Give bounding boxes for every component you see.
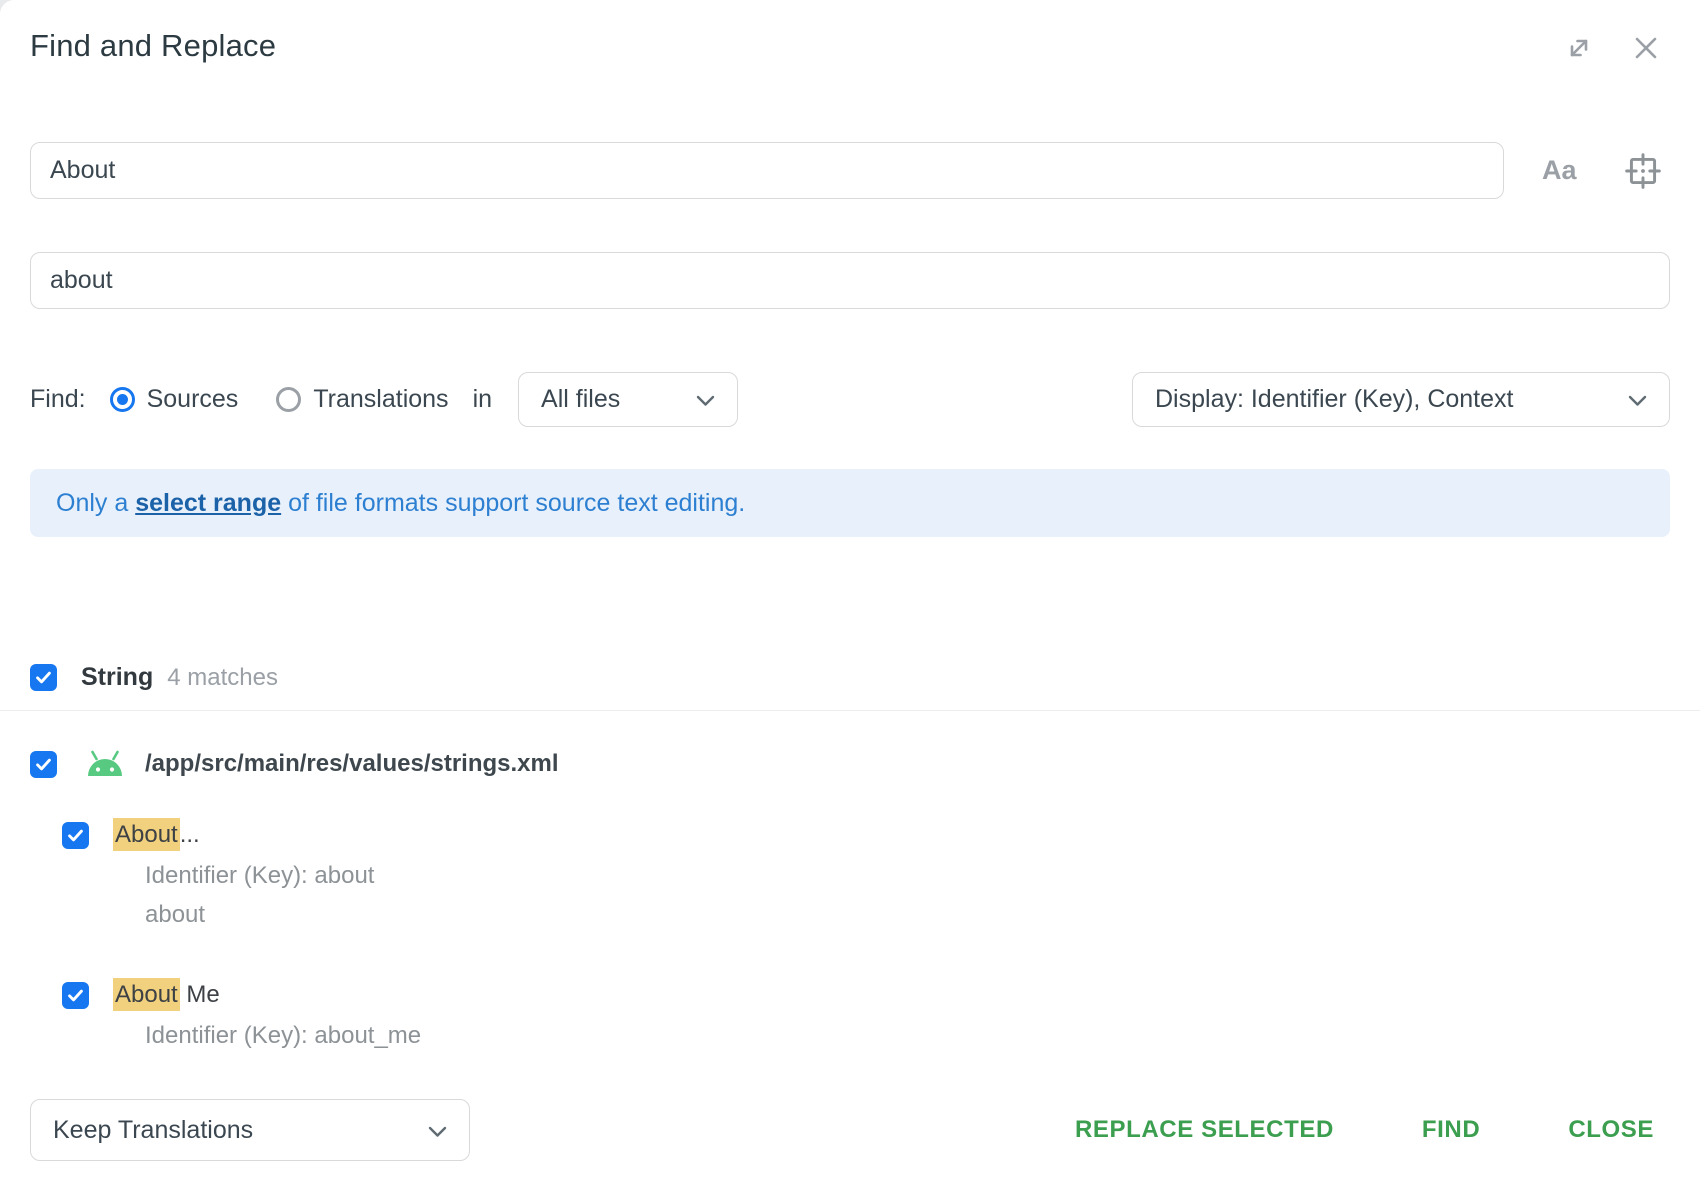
options-row: Find: Sources Translations in All files … [30,372,1670,427]
display-select[interactable]: Display: Identifier (Key), Context [1132,372,1670,427]
dialog-title: Find and Replace [30,28,276,64]
in-label: in [473,385,492,414]
match-row: About... Identifier (Key): about about [30,818,1670,930]
string-group-row: String 4 matches [30,663,1670,692]
radio-translations[interactable]: Translations [276,385,448,414]
find-label: Find: [30,385,86,414]
close-button[interactable]: CLOSE [1552,1106,1670,1154]
match-context: about [145,900,1670,930]
find-and-replace-dialog: Find and Replace Aa [0,0,1700,1192]
radio-sources[interactable]: Sources [110,385,239,414]
chevron-down-icon [696,385,715,414]
display-select-value: Display: Identifier (Key), Context [1155,385,1513,414]
group-match-count: 4 matches [167,664,278,692]
chevron-down-icon [428,1116,447,1145]
android-icon [83,746,127,782]
match-identifier: Identifier (Key): about_me [145,1021,1670,1051]
dialog-header: Find and Replace [30,28,1670,64]
banner-text-prefix: Only a [56,489,135,517]
search-row: Aa [30,142,1670,199]
radio-translations-icon [276,387,301,412]
match-whole-phrase-icon[interactable] [1623,151,1663,191]
search-tools: Aa [1542,151,1663,191]
match-text: About... [113,818,200,852]
dialog-footer: Keep Translations REPLACE SELECTED FIND … [30,1099,1670,1161]
header-icons [1564,28,1670,64]
footer-actions: REPLACE SELECTED FIND CLOSE [1059,1106,1670,1154]
find-scope-radios: Sources Translations [110,385,449,414]
search-input[interactable] [30,142,1504,199]
match-text: About Me [113,978,220,1012]
match-highlight: About [113,978,180,1011]
check-icon [66,826,85,845]
check-icon [34,755,53,774]
match-highlight: About [113,818,180,851]
chevron-down-icon [1628,385,1647,414]
match-rest: ... [180,821,200,848]
translations-select-value: Keep Translations [53,1116,253,1145]
replace-row [30,252,1670,309]
case-sensitive-icon[interactable]: Aa [1542,155,1577,186]
match-checkbox[interactable] [62,982,89,1009]
radio-sources-icon [110,387,135,412]
banner-text-suffix: of file formats support source text edit… [281,489,745,517]
match-row: About Me Identifier (Key): about_me [30,978,1670,1051]
file-row: /app/src/main/res/values/strings.xml [30,746,1670,782]
select-range-link[interactable]: select range [135,489,281,517]
translations-select[interactable]: Keep Translations [30,1099,470,1161]
match-rest: Me [180,981,220,1008]
radio-sources-label: Sources [147,385,239,414]
expand-icon[interactable] [1564,33,1594,63]
match-identifier: Identifier (Key): about [145,861,1670,891]
find-button[interactable]: FIND [1406,1106,1496,1154]
files-select-value: All files [541,385,620,414]
files-select[interactable]: All files [518,372,738,427]
replace-selected-button[interactable]: REPLACE SELECTED [1059,1106,1350,1154]
check-icon [66,986,85,1005]
file-path: /app/src/main/res/values/strings.xml [145,750,559,778]
group-label: String [81,663,153,692]
string-group-checkbox[interactable] [30,664,57,691]
radio-translations-label: Translations [313,385,448,414]
replace-input[interactable] [30,252,1670,309]
file-checkbox[interactable] [30,751,57,778]
info-banner: Only a select range of file formats supp… [30,469,1670,537]
divider [0,710,1700,711]
match-checkbox[interactable] [62,822,89,849]
check-icon [34,668,53,687]
close-icon[interactable] [1630,32,1662,64]
